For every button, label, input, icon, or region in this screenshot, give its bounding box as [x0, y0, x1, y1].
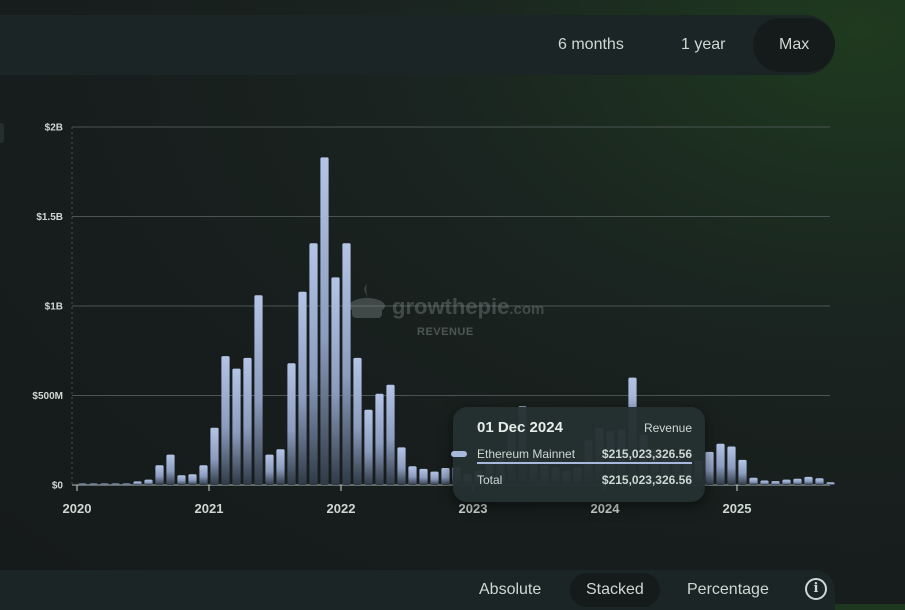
x-tick-label: 2021 [195, 501, 224, 516]
bar[interactable] [254, 295, 263, 485]
tooltip-metric: Revenue [643, 421, 692, 435]
bar[interactable] [804, 476, 813, 485]
x-tick-label: 2020 [63, 501, 92, 516]
bar[interactable] [89, 483, 98, 486]
bar[interactable] [782, 479, 791, 485]
bar[interactable] [826, 482, 835, 485]
growthepie-logo-icon [349, 284, 385, 318]
bar[interactable] [397, 447, 406, 485]
bar[interactable] [441, 468, 450, 485]
bar[interactable] [276, 449, 285, 485]
bar[interactable] [760, 480, 769, 486]
mode-bar: Absolute Stacked Percentage i [0, 570, 835, 610]
bar[interactable] [221, 356, 230, 485]
mode-stacked-button[interactable]: Stacked [570, 573, 660, 607]
bar[interactable] [705, 451, 714, 485]
tooltip-row-total: Total $215,023,326.56 [477, 473, 692, 487]
tooltip-series-name: Ethereum Mainnet [477, 447, 576, 461]
bar[interactable] [430, 471, 439, 485]
y-tick-label: $2B [45, 123, 63, 134]
bar[interactable] [287, 363, 296, 485]
tooltip-date: 01 Dec 2024 [477, 419, 563, 436]
watermark-brand: growthepie.com [392, 294, 544, 319]
bar[interactable] [408, 466, 417, 485]
bar[interactable] [815, 478, 824, 485]
bar[interactable] [122, 483, 131, 486]
x-tick-label: 2025 [723, 501, 752, 516]
bar[interactable] [716, 443, 725, 485]
tooltip-series-bar [477, 462, 692, 464]
bar[interactable] [727, 446, 736, 486]
bar[interactable] [111, 483, 120, 486]
range-6-months-button[interactable]: 6 months [532, 18, 650, 72]
mode-percentage-button[interactable]: Percentage [671, 573, 785, 607]
bar[interactable] [375, 393, 384, 485]
bar[interactable] [210, 427, 219, 485]
info-icon[interactable]: i [805, 578, 827, 600]
bar[interactable] [188, 474, 197, 485]
tooltip-total-label: Total [477, 473, 503, 487]
bar[interactable] [419, 468, 428, 485]
mode-absolute-button[interactable]: Absolute [463, 573, 557, 607]
y-tick-label: $0 [52, 481, 64, 492]
bar[interactable] [133, 481, 142, 485]
tooltip-total-value: $215,023,326.56 [601, 473, 692, 487]
bar[interactable] [386, 384, 395, 485]
bar[interactable] [78, 483, 87, 486]
watermark-metric: REVENUE [417, 326, 474, 338]
chart-tooltip: 01 Dec 2024 Revenue Ethereum Mainnet $21… [451, 407, 705, 502]
watermark: growthepie.com REVENUE [349, 284, 544, 338]
tooltip-series-value: $215,023,326.56 [601, 447, 692, 461]
bar[interactable] [749, 477, 758, 485]
bar[interactable] [738, 459, 747, 485]
bar[interactable] [232, 368, 241, 485]
bar[interactable] [166, 454, 175, 485]
tooltip-row-ethereum: Ethereum Mainnet $215,023,326.56 [477, 447, 692, 461]
bar[interactable] [353, 357, 362, 485]
bar[interactable] [342, 243, 351, 485]
bar[interactable] [243, 357, 252, 485]
bar[interactable] [793, 478, 802, 485]
bar[interactable] [177, 475, 186, 485]
series-marker [451, 451, 467, 457]
bar[interactable] [331, 277, 340, 485]
y-tick-label: $1B [45, 302, 63, 313]
bar[interactable] [144, 479, 153, 485]
bar[interactable] [199, 465, 208, 485]
bar[interactable] [298, 291, 307, 485]
bar[interactable] [364, 409, 373, 485]
x-tick-label: 2022 [327, 501, 356, 516]
bar[interactable] [320, 157, 329, 485]
bar[interactable] [309, 243, 318, 485]
bar[interactable] [771, 481, 780, 485]
y-tick-label: $500M [32, 391, 63, 402]
y-axis: $0 $500M $1B $1.5B $2B [32, 123, 63, 492]
bar[interactable] [265, 454, 274, 485]
y-tick-label: $1.5B [36, 212, 63, 223]
timeframe-bar: 6 months 1 year Max [0, 15, 836, 75]
x-tick-label: 2023 [459, 501, 488, 516]
bar[interactable] [100, 483, 109, 486]
x-tick-label: 2024 [591, 501, 621, 516]
range-max-button[interactable]: Max [753, 18, 836, 72]
bar[interactable] [155, 465, 164, 485]
range-1-year-button[interactable]: 1 year [655, 18, 751, 72]
